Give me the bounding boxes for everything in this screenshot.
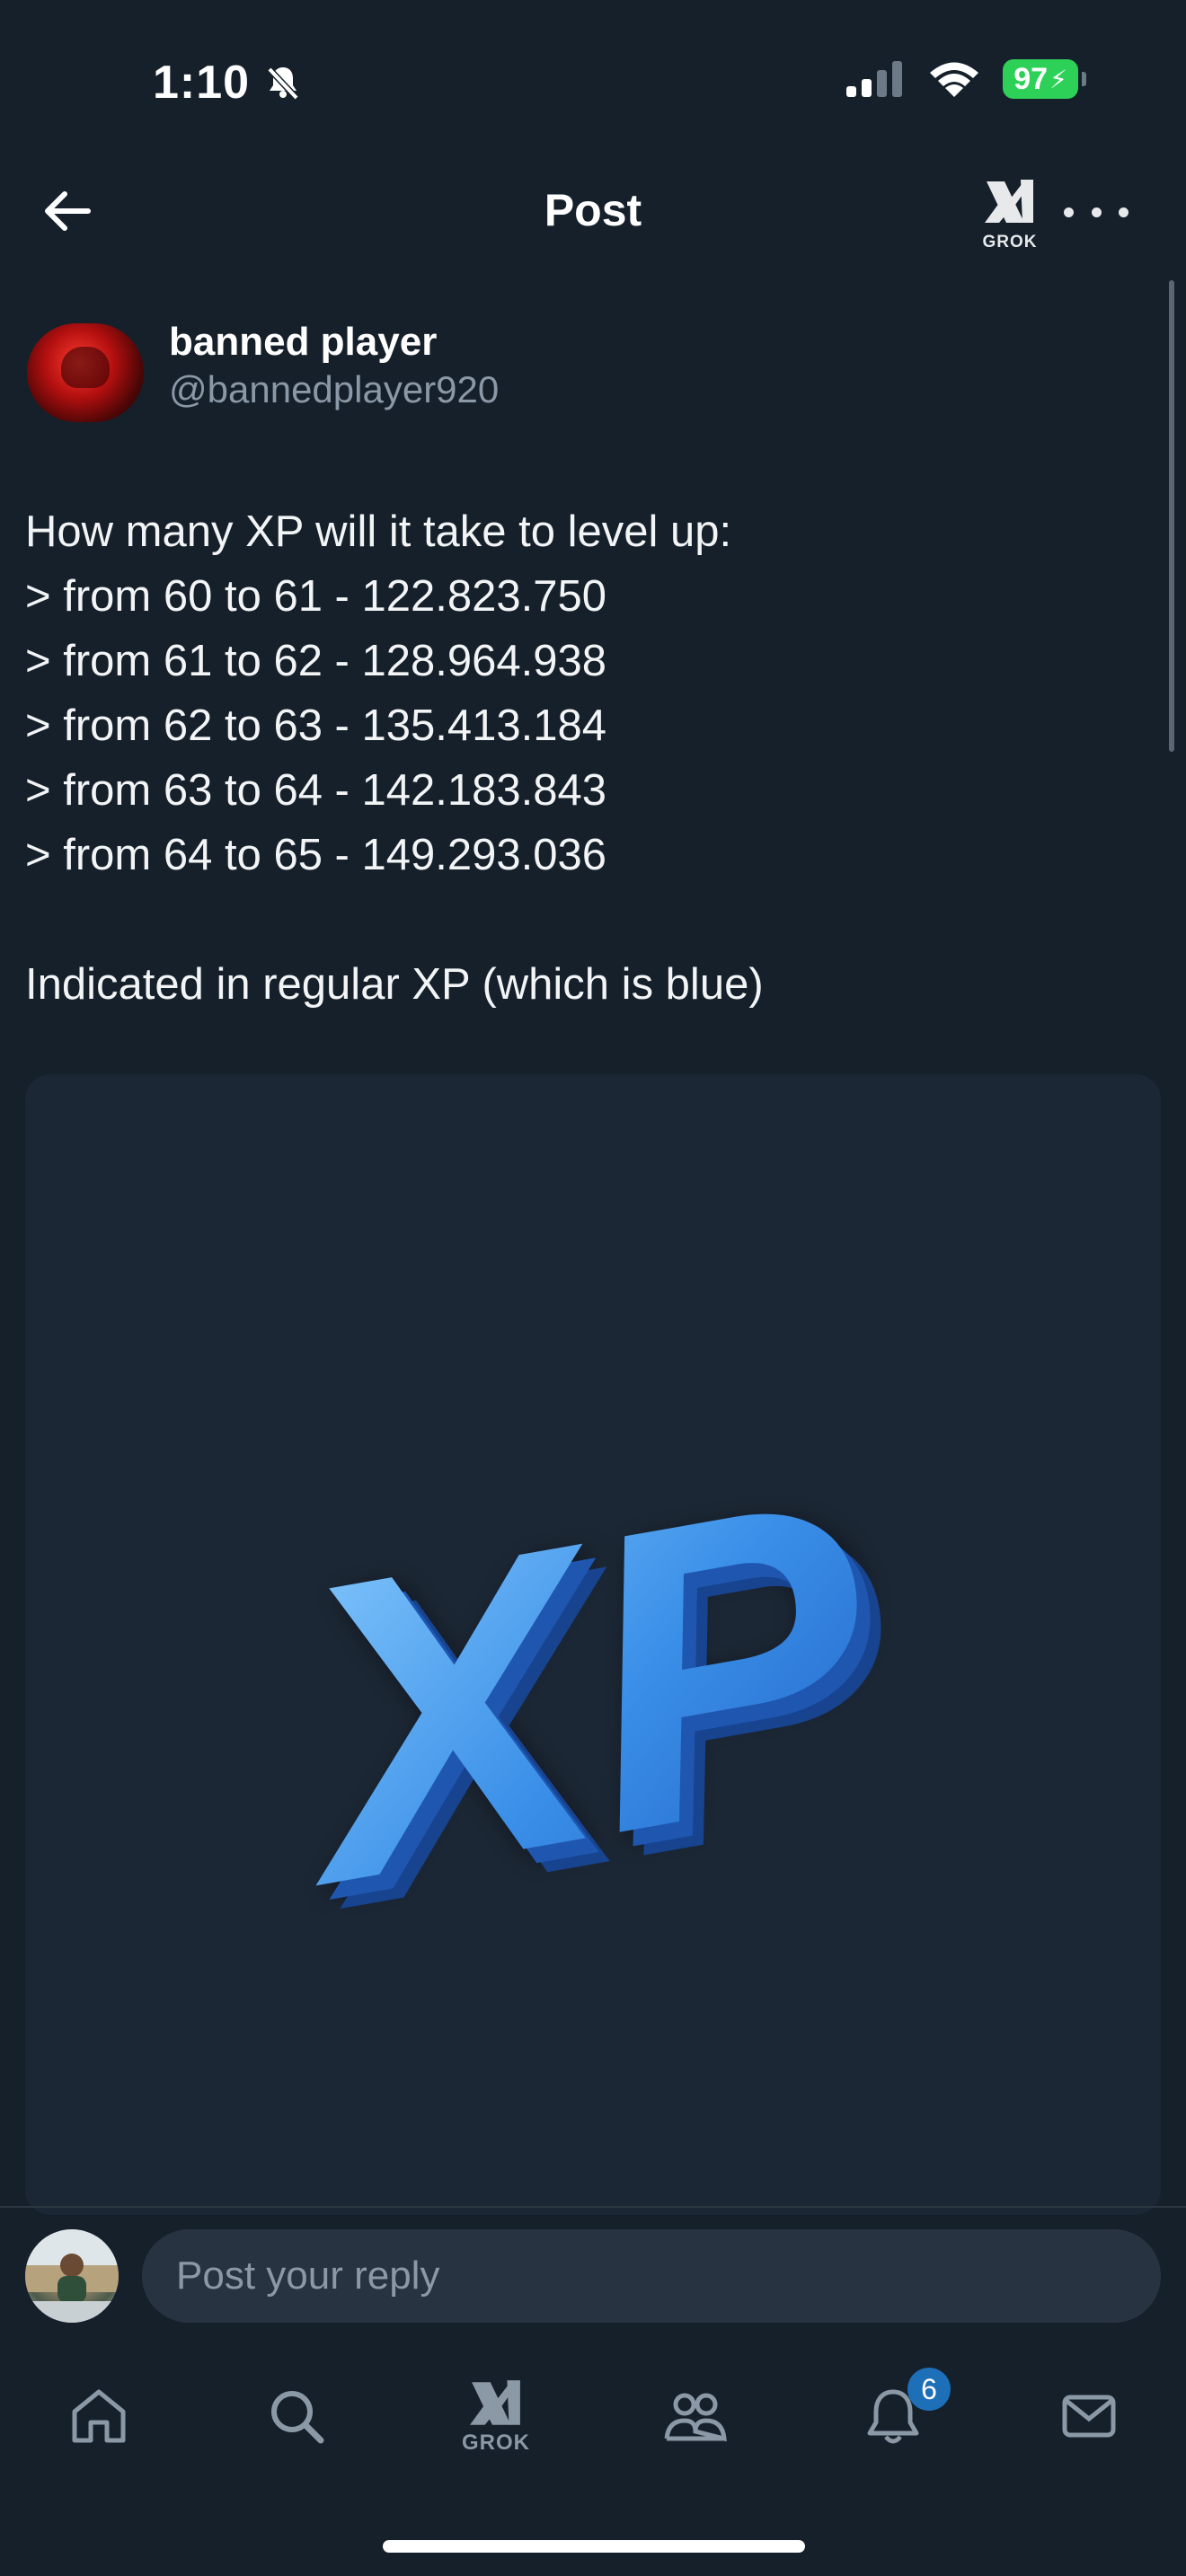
grok-icon [985, 180, 1033, 223]
author-avatar[interactable] [27, 323, 144, 422]
post-media-image[interactable]: XP XP XP XP [25, 1074, 1161, 2215]
home-icon [72, 2389, 126, 2443]
home-indicator[interactable] [383, 2540, 805, 2553]
more-dot-icon [1064, 207, 1074, 217]
author-handle[interactable]: @bannedplayer920 [169, 368, 499, 411]
post-text-line: > from 63 to 64 - 142.183.843 [25, 766, 606, 815]
author-name[interactable]: banned player [169, 320, 437, 365]
search-icon [271, 2391, 324, 2444]
xp-logo-image: XP XP XP XP [249, 1408, 931, 1998]
more-options-button[interactable] [1064, 187, 1128, 237]
grok-label: GROK [462, 2430, 530, 2455]
battery-indicator: 97 ⚡ [1003, 59, 1086, 99]
user-photo [25, 2229, 119, 2323]
more-dot-icon [1091, 207, 1102, 217]
reply-input[interactable] [142, 2229, 1161, 2323]
post-text-line: > from 62 to 63 - 135.413.184 [25, 701, 606, 750]
nav-grok[interactable]: GROK [451, 2371, 541, 2461]
grok-icon [470, 2380, 520, 2425]
nav-communities[interactable] [651, 2371, 740, 2461]
status-bar-right: 97 ⚡ [845, 59, 1086, 99]
wifi-icon [930, 62, 978, 97]
communities-icon [664, 2393, 727, 2442]
post-text-footer: Indicated in regular XP (which is blue) [25, 960, 764, 1009]
bell-muted-icon [267, 66, 299, 101]
post-text-line: > from 61 to 62 - 128.964.938 [25, 637, 606, 685]
post-text-line: > from 64 to 65 - 149.293.036 [25, 831, 606, 879]
divider [0, 2206, 1186, 2208]
current-user-avatar[interactable] [25, 2229, 119, 2323]
status-bar-time-group: 1:10 [153, 56, 304, 110]
nav-home[interactable] [54, 2371, 144, 2461]
grok-label: GROK [982, 233, 1038, 251]
post-text: How many XP will it take to level up: > … [25, 499, 1148, 1017]
post-text-line: How many XP will it take to level up: [25, 507, 732, 556]
grok-button[interactable]: GROK [978, 176, 1042, 251]
nav-search[interactable] [252, 2371, 341, 2461]
cellular-signal-icon [846, 61, 902, 97]
charging-bolt-icon: ⚡ [1049, 65, 1067, 93]
status-time: 1:10 [153, 57, 251, 109]
messages-icon [1062, 2395, 1116, 2438]
nav-messages[interactable] [1044, 2371, 1134, 2461]
scrollbar[interactable] [1169, 280, 1174, 752]
notifications-badge: 6 [907, 2368, 951, 2411]
more-dot-icon [1119, 207, 1128, 217]
battery-level: 97 [1013, 61, 1049, 96]
xp-logo-text: XP [249, 1408, 907, 1974]
post-text-line: > from 60 to 61 - 122.823.750 [25, 572, 606, 621]
